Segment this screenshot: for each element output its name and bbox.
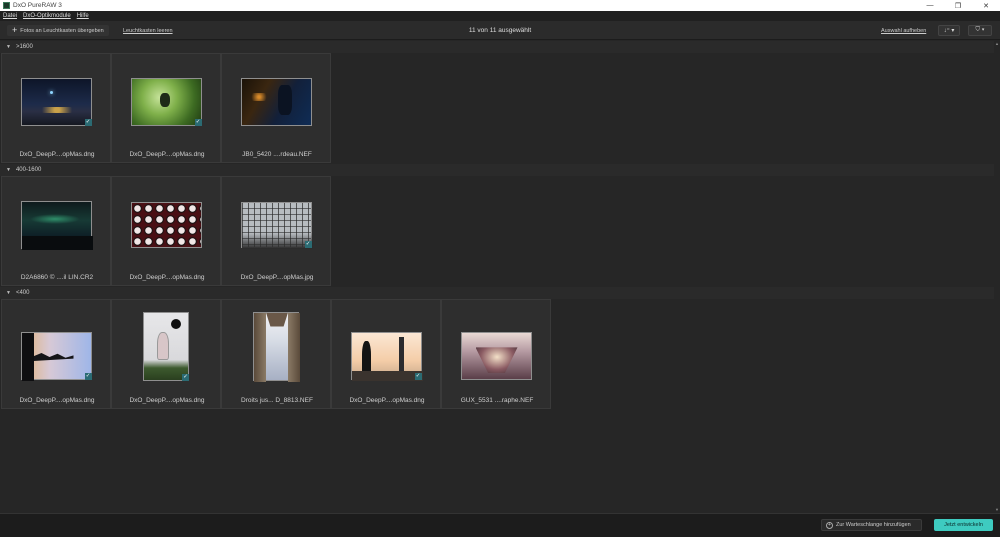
green-foliage-thumbnail: ✓ [130, 78, 202, 126]
glass-roof-thumbnail: ✓ [240, 202, 313, 249]
thumbnail-frame [19, 200, 93, 250]
checkmark-icon[interactable]: ✓ [182, 373, 189, 381]
collapse-caret-icon: ▼ [6, 290, 11, 296]
filename-label: DxO_DeepP....opMas.dng [129, 274, 205, 281]
menu-hilfe[interactable]: Hilfe [77, 13, 89, 19]
checkmark-icon[interactable]: ✓ [414, 373, 422, 380]
filename-label: DxO_DeepP....opMas.dng [19, 397, 95, 404]
photo-card[interactable]: ✓ DxO_DeepP....opMas.dng [1, 53, 111, 163]
photo-card[interactable]: DxO_DeepP....opMas.dng [111, 176, 221, 286]
photo-card[interactable]: ✓ DxO_DeepP....opMas.dng [1, 299, 111, 409]
window-controls: — ❐ ✕ [916, 0, 1000, 11]
filename-label: Droits jus... D_8813.NEF [241, 397, 313, 404]
night-city-thumbnail: ✓ [20, 78, 92, 126]
filter-dropdown[interactable]: ⛉ ▾ [968, 25, 992, 36]
thumbnail-frame: ✓ [19, 77, 93, 127]
close-button[interactable]: ✕ [972, 0, 1000, 11]
photo-card[interactable]: JB0_5420 ....rdeau.NEF [221, 53, 331, 163]
group-header-iso-high[interactable]: ▼ >1600 [0, 41, 994, 53]
toolbar: + Fotos an Leuchtkasten übergeben Leucht… [0, 21, 1000, 40]
add-photos-label: Fotos an Leuchtkasten übergeben [20, 27, 104, 34]
filename-label: DxO_DeepP....opMas.dng [19, 151, 95, 158]
silhouette-tree-thumbnail: ✓ [20, 332, 92, 381]
filename-label: JB0_5420 ....rdeau.NEF [242, 151, 312, 158]
add-to-queue-button[interactable]: + Zur Warteschlange hinzufügen [821, 519, 922, 531]
photo-card[interactable]: ✓ DxO_DeepP....opMas.jpg [221, 176, 331, 286]
thumbnail-frame [239, 77, 313, 127]
thumbnail-frame [129, 200, 203, 250]
group-header-iso-mid[interactable]: ▼ 400-1600 [0, 164, 994, 176]
filename-label: DxO_DeepP....opMas.dng [129, 397, 205, 404]
dark-blue-night-thumbnail [240, 78, 312, 126]
photo-card[interactable]: D2A6860 © ....il LIN.CR2 [1, 176, 111, 286]
checkmark-icon[interactable]: ✓ [84, 373, 92, 380]
photo-card[interactable]: ✓ DxO_DeepP....opMas.dng [111, 53, 221, 163]
checkmark-icon[interactable]: ✓ [194, 119, 202, 126]
thumbnail-frame: ✓ [239, 200, 313, 250]
thumbnail-frame [239, 311, 313, 382]
add-photos-button[interactable]: + Fotos an Leuchtkasten übergeben [7, 25, 109, 36]
aurora-thumbnail [20, 201, 93, 250]
thumbnail-frame: ✓ [349, 331, 423, 381]
clear-lightbox-link[interactable]: Leuchtkasten leeren [123, 28, 173, 34]
photo-card[interactable]: GUX_5531 ....raphe.NEF [441, 299, 551, 409]
plus-icon: + [12, 25, 18, 35]
skyline-silhouette-thumbnail: ✓ [350, 332, 423, 381]
filename-label: D2A6860 © ....il LIN.CR2 [20, 274, 94, 281]
restore-button[interactable]: ❐ [944, 0, 972, 11]
thumbnail-frame: ✓ [19, 331, 93, 381]
architecture-thumbnail [253, 311, 300, 382]
title-bar: DxO PureRAW 3 — ❐ ✕ [0, 0, 1000, 11]
filename-label: DxO_DeepP....opMas.dng [129, 151, 205, 158]
checkmark-icon[interactable]: ✓ [304, 241, 312, 248]
thumbnail-frame: ✓ [129, 77, 203, 127]
bottom-action-bar: + Zur Warteschlange hinzufügen Jetzt ent… [0, 513, 1000, 537]
thumbnail-frame [459, 331, 533, 381]
photo-card[interactable]: ✓ DxO_DeepP....opMas.dng [111, 299, 221, 409]
photo-card[interactable]: ✓ DxO_DeepP....opMas.dng [331, 299, 441, 409]
window-title: DxO PureRAW 3 [13, 2, 62, 9]
thumbnail-frame: ✓ [129, 311, 203, 381]
menu-bar: Datei DxO-Optikmodule Hilfe [0, 11, 1000, 21]
vertical-scrollbar[interactable]: ▲ ▼ [994, 41, 1000, 513]
collapse-caret-icon: ▼ [6, 167, 11, 173]
group-header-iso-low[interactable]: ▼ <400 [0, 287, 994, 299]
sort-dropdown[interactable]: ↓⁼ ▾ [938, 25, 960, 36]
scroll-up-icon[interactable]: ▲ [994, 41, 1000, 47]
dancer-thumbnail: ✓ [143, 311, 189, 381]
group-label: <400 [15, 290, 30, 296]
group-label: >1600 [15, 44, 33, 50]
checkmark-icon[interactable]: ✓ [84, 119, 92, 126]
collapse-caret-icon: ▼ [6, 44, 11, 50]
deselect-link[interactable]: Auswahl aufheben [881, 28, 926, 34]
group-label: 400-1600 [15, 167, 42, 173]
app-logo-icon [3, 2, 10, 9]
minimize-button[interactable]: — [916, 0, 944, 11]
corridor-thumbnail [460, 332, 532, 380]
polka-dot-thumbnail [130, 202, 202, 248]
menu-optikmodule[interactable]: DxO-Optikmodule [23, 13, 71, 19]
filename-label: DxO_DeepP....opMas.jpg [240, 274, 314, 281]
filename-label: GUX_5531 ....raphe.NEF [460, 397, 534, 404]
menu-datei[interactable]: Datei [3, 13, 17, 19]
plus-circle-icon: + [826, 521, 833, 529]
photo-card[interactable]: Droits jus... D_8813.NEF [221, 299, 331, 409]
add-to-queue-label: Zur Warteschlange hinzufügen [836, 522, 911, 528]
develop-now-button[interactable]: Jetzt entwickeln [934, 519, 993, 531]
filename-label: DxO_DeepP....opMas.dng [349, 397, 425, 404]
